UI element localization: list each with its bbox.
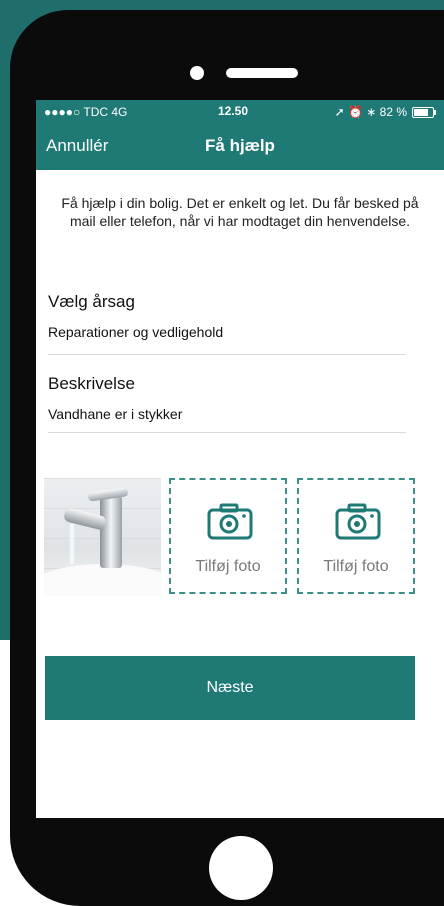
- status-right: ➚ ⏰ ∗ 82 %: [334, 105, 436, 119]
- status-time: 12.50: [218, 104, 249, 118]
- top-bar: ●●●●○ TDC 4G 12.50 ➚ ⏰ ∗ 82 % Få hjælp A…: [36, 100, 444, 170]
- reason-select[interactable]: Reparationer og vedligehold: [48, 324, 223, 340]
- reason-divider: [48, 354, 406, 355]
- add-photo-button-2[interactable]: Tilføj foto: [297, 478, 415, 594]
- description-label: Beskrivelse: [48, 374, 135, 393]
- app-screen: ●●●●○ TDC 4G 12.50 ➚ ⏰ ∗ 82 % Få hjælp A…: [36, 100, 444, 818]
- attached-photo[interactable]: [44, 478, 161, 596]
- description-divider: [48, 432, 406, 433]
- carrier-label: ●●●●○ TDC 4G: [44, 105, 128, 119]
- status-bar: ●●●●○ TDC 4G 12.50 ➚ ⏰ ∗ 82 %: [36, 100, 444, 122]
- reason-label: Vælg årsag: [48, 292, 135, 311]
- cancel-button[interactable]: Annullér: [46, 136, 108, 156]
- add-photo-label-1: Tilføj foto: [195, 558, 261, 575]
- add-photo-button-1[interactable]: Tilføj foto: [169, 478, 287, 594]
- battery-icon: [412, 106, 436, 118]
- front-camera: [190, 66, 204, 80]
- home-button[interactable]: [209, 836, 273, 900]
- intro-text: Få hjælp i din bolig. Det er enkelt og l…: [61, 195, 419, 229]
- add-photo-label-2: Tilføj foto: [323, 558, 389, 575]
- description-field[interactable]: Vandhane er i stykker: [48, 406, 182, 422]
- earpiece-speaker: [226, 68, 298, 78]
- camera-icon: [207, 503, 253, 540]
- next-button[interactable]: Næste: [45, 656, 415, 720]
- status-indicators: ➚ ⏰ ∗ 82 %: [334, 105, 407, 119]
- camera-icon: [335, 503, 381, 540]
